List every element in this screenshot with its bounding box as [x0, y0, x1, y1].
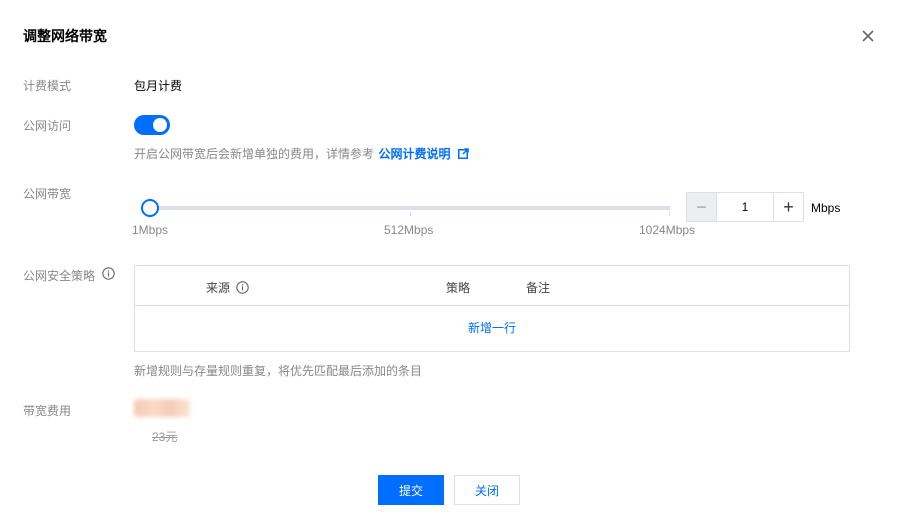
bandwidth-cost-label: 带宽费用	[23, 404, 72, 418]
add-row-button[interactable]: 新增一行	[135, 306, 849, 351]
tick-label-max: 1024Mbps	[639, 223, 696, 237]
column-source-label: 来源	[206, 281, 231, 295]
tick-mark	[669, 212, 670, 216]
tick-label-mid: 512Mbps	[384, 223, 434, 237]
original-price: 23元	[152, 430, 178, 444]
bandwidth-stepper: − +	[686, 192, 804, 222]
tick-label-min: 1Mbps	[132, 223, 169, 237]
toggle-knob	[153, 118, 167, 132]
security-policy-label-row: 公网安全策略	[23, 267, 116, 285]
decrement-button[interactable]: −	[687, 193, 717, 221]
public-access-hint: 开启公网带宽后会新增单独的费用，详情参考	[134, 147, 375, 161]
billing-mode-value: 包月计费	[134, 79, 183, 93]
info-icon[interactable]	[236, 281, 250, 297]
submit-button[interactable]: 提交	[378, 475, 444, 505]
bandwidth-unit: Mbps	[811, 201, 841, 215]
security-policy-table: 来源 策略 备注 新增一行	[134, 265, 850, 352]
dialog-title: 调整网络带宽	[23, 28, 107, 44]
column-remark: 备注	[526, 281, 551, 295]
close-icon[interactable]	[858, 26, 878, 46]
public-access-label: 公网访问	[23, 119, 72, 133]
public-access-hint-row: 开启公网带宽后会新增单独的费用，详情参考 公网计费说明	[134, 145, 469, 164]
public-billing-link[interactable]: 公网计费说明	[378, 147, 450, 161]
public-access-toggle[interactable]	[134, 115, 170, 135]
info-icon[interactable]	[102, 267, 116, 285]
bandwidth-label: 公网带宽	[23, 187, 72, 201]
bandwidth-slider-track[interactable]	[150, 206, 670, 210]
billing-mode-label: 计费模式	[23, 79, 72, 93]
bandwidth-slider-handle[interactable]	[141, 199, 159, 217]
column-source: 来源	[206, 279, 250, 297]
tick-mark	[410, 212, 411, 216]
security-policy-hint: 新增规则与存量规则重复，将优先匹配最后添加的条目	[134, 364, 423, 378]
column-policy: 策略	[446, 281, 471, 295]
price-redacted	[134, 399, 190, 417]
increment-button[interactable]: +	[773, 193, 803, 221]
bandwidth-input[interactable]	[717, 193, 773, 221]
external-link-icon[interactable]	[457, 146, 469, 164]
table-header: 来源 策略 备注	[135, 266, 849, 306]
security-policy-label: 公网安全策略	[23, 269, 96, 284]
close-button[interactable]: 关闭	[454, 475, 520, 505]
